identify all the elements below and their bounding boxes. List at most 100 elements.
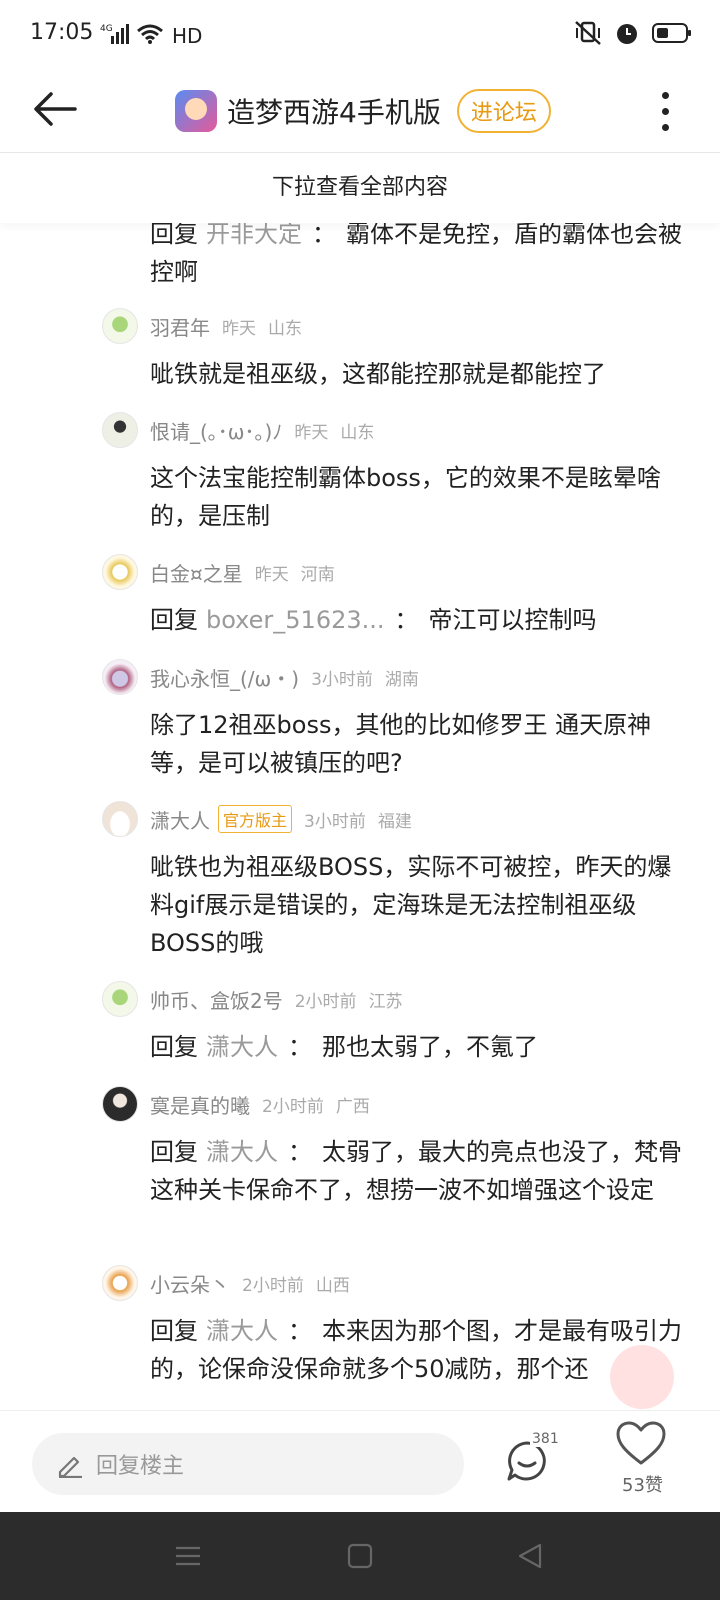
- back-arrow-icon: [34, 92, 77, 126]
- username[interactable]: 寞是真的曦: [150, 1090, 250, 1119]
- system-navigation-bar: [0, 1512, 720, 1600]
- comment-body[interactable]: 呲铁也为祖巫级BOSS，实际不可被控，昨天的爆料gif展示是错误的，定海珠是无法…: [150, 848, 690, 962]
- comment-body[interactable]: 呲铁就是祖巫级，这都能控那就是都能控了: [150, 355, 690, 393]
- reply-word: 回复: [150, 1317, 198, 1345]
- reply-word: 回复: [150, 1033, 198, 1061]
- official-moderator-badge: 官方版主: [218, 805, 293, 833]
- pen-icon: [56, 1450, 84, 1478]
- heart-icon: [616, 1421, 666, 1465]
- enter-forum-button[interactable]: 进论坛: [456, 89, 551, 133]
- comment-body[interactable]: 这个法宝能控制霸体boss，它的效果不是眩晕啥的，是压制: [150, 459, 690, 535]
- avatar[interactable]: [102, 1086, 138, 1122]
- comment-body[interactable]: 回复 开非大定：霸体不是免控，盾的霸体也会被控啊: [150, 215, 690, 291]
- comment-region: 山东: [268, 318, 302, 339]
- comment-time: 昨天: [294, 422, 329, 443]
- username[interactable]: 潇大人: [150, 805, 210, 834]
- hd-label: HD: [172, 24, 203, 48]
- more-options-button[interactable]: [650, 82, 680, 140]
- recent-apps-button[interactable]: [170, 1538, 206, 1574]
- comment-time: 3小时前: [311, 669, 373, 690]
- comment-body[interactable]: 回复 boxer_51623... ： 帝江可以控制吗: [150, 601, 690, 639]
- reply-input[interactable]: 回复楼主: [32, 1433, 464, 1495]
- nav-center: 造梦西游4手机版 进论坛: [175, 82, 551, 140]
- nav-bar: 造梦西游4手机版 进论坛: [0, 70, 720, 153]
- page-title: 造梦西游4手机版: [227, 96, 441, 129]
- back-triangle-icon: [518, 1543, 542, 1569]
- system-back-button[interactable]: [512, 1538, 548, 1574]
- game-logo-icon: [175, 90, 217, 132]
- bottom-action-bar: 回复楼主 381 53赞: [0, 1410, 720, 1513]
- vibrate-mute-icon: [574, 20, 602, 50]
- comment-list: 回复 开非大定：霸体不是免控，盾的霸体也会被控啊 羽君年 昨天 山东 呲铁就是祖巫…: [0, 213, 720, 1413]
- comment-region: 河南: [300, 564, 335, 585]
- comment-time: 2小时前: [262, 1096, 324, 1117]
- comment-header: 白金¤之星 昨天 河南: [102, 553, 335, 591]
- status-bar: 17:05 4G HD: [0, 0, 720, 70]
- avatar[interactable]: [102, 308, 138, 344]
- avatar[interactable]: [102, 554, 138, 590]
- avatar[interactable]: [102, 659, 138, 695]
- comment-region: 江苏: [368, 991, 403, 1012]
- comment-count-badge: 381: [530, 1431, 561, 1447]
- reply-target-user[interactable]: boxer_51623...: [206, 606, 385, 634]
- comment-text: 那也太弱了，不氪了: [322, 1033, 538, 1061]
- username[interactable]: 恨请_(｡･ω･｡)ﾉ: [150, 416, 282, 445]
- reply-word: 回复: [150, 1138, 198, 1166]
- like-count: 53赞: [622, 1475, 663, 1496]
- comment-header: 潇大人 官方版主 3小时前 福建: [102, 800, 412, 838]
- username[interactable]: 羽君年: [150, 312, 210, 341]
- comment-header: 寞是真的曦 2小时前 广西: [102, 1085, 370, 1123]
- comment-header: 我心永恒_(/ω・) 3小时前 湖南: [102, 658, 419, 696]
- comment-time: 2小时前: [242, 1275, 304, 1296]
- avatar[interactable]: [102, 801, 138, 837]
- home-button[interactable]: [342, 1538, 378, 1574]
- reply-target-user[interactable]: 开非大定: [206, 220, 302, 248]
- reply-colon: ：: [394, 606, 419, 634]
- comment-body[interactable]: 回复 潇大人：太弱了，最大的亮点也没了，梵骨这种关卡保命不了，想捞一波不如增强这个…: [150, 1133, 690, 1209]
- comment-region: 福建: [377, 811, 412, 832]
- comment-time: 2小时前: [294, 991, 357, 1012]
- comment-header: 小云朵丶 2小时前 山西: [102, 1264, 350, 1302]
- comment-region: 广西: [335, 1096, 370, 1117]
- comment-header: 恨请_(｡･ω･｡)ﾉ 昨天 山东: [102, 411, 374, 449]
- floating-action-bubble[interactable]: [610, 1345, 674, 1409]
- username[interactable]: 我心永恒_(/ω・): [150, 663, 299, 692]
- battery-icon: [652, 22, 692, 48]
- comment-body[interactable]: 回复 潇大人 ： 那也太弱了，不氪了: [150, 1028, 690, 1066]
- pull-down-hint[interactable]: 下拉查看全部内容: [0, 153, 720, 223]
- comment-header: 羽君年 昨天 山东: [102, 307, 302, 345]
- comment-region: 山东: [340, 422, 375, 443]
- more-dot-icon: [661, 123, 669, 131]
- username[interactable]: 小云朵丶: [150, 1269, 230, 1298]
- status-left-icons: 4G HD: [100, 22, 202, 50]
- username[interactable]: 白金¤之星: [150, 558, 243, 587]
- avatar[interactable]: [102, 412, 138, 448]
- comment-region: 湖南: [384, 669, 419, 690]
- status-time: 17:05: [30, 20, 94, 45]
- reply-target-user[interactable]: 潇大人: [206, 1138, 278, 1166]
- avatar[interactable]: [102, 1265, 138, 1301]
- comment-time: 昨天: [254, 564, 289, 585]
- comment-time: 昨天: [222, 318, 256, 339]
- like-button[interactable]: [615, 1421, 675, 1511]
- signal-icon: 4G: [100, 22, 130, 50]
- comment-header: 帅币、盒饭2号 2小时前 江苏: [102, 980, 403, 1018]
- reply-colon: ：: [288, 1317, 312, 1345]
- avatar[interactable]: [102, 981, 138, 1017]
- reply-colon: ：: [312, 220, 336, 248]
- home-square-icon: [347, 1543, 373, 1569]
- comment-body[interactable]: 除了12祖巫boss，其他的比如修罗王 通天原神等，是可以被镇压的吧?: [150, 706, 690, 782]
- back-button[interactable]: [30, 84, 80, 134]
- alarm-icon: [614, 20, 640, 50]
- network-type-label: 4G: [100, 24, 113, 34]
- reply-colon: ：: [288, 1138, 312, 1166]
- reply-colon: ：: [288, 1033, 312, 1061]
- reply-target-user[interactable]: 潇大人: [206, 1033, 278, 1061]
- comment-body[interactable]: 回复 潇大人：本来因为那个图，才是最有吸引力的，论保命没保命就多个50减防，那个还: [150, 1312, 690, 1388]
- more-dot-icon: [661, 107, 669, 115]
- username[interactable]: 帅币、盒饭2号: [150, 985, 283, 1014]
- wifi-icon: [136, 23, 164, 49]
- menu-lines-icon: [176, 1546, 200, 1566]
- reply-target-user[interactable]: 潇大人: [206, 1317, 278, 1345]
- reply-word: 回复: [150, 220, 198, 248]
